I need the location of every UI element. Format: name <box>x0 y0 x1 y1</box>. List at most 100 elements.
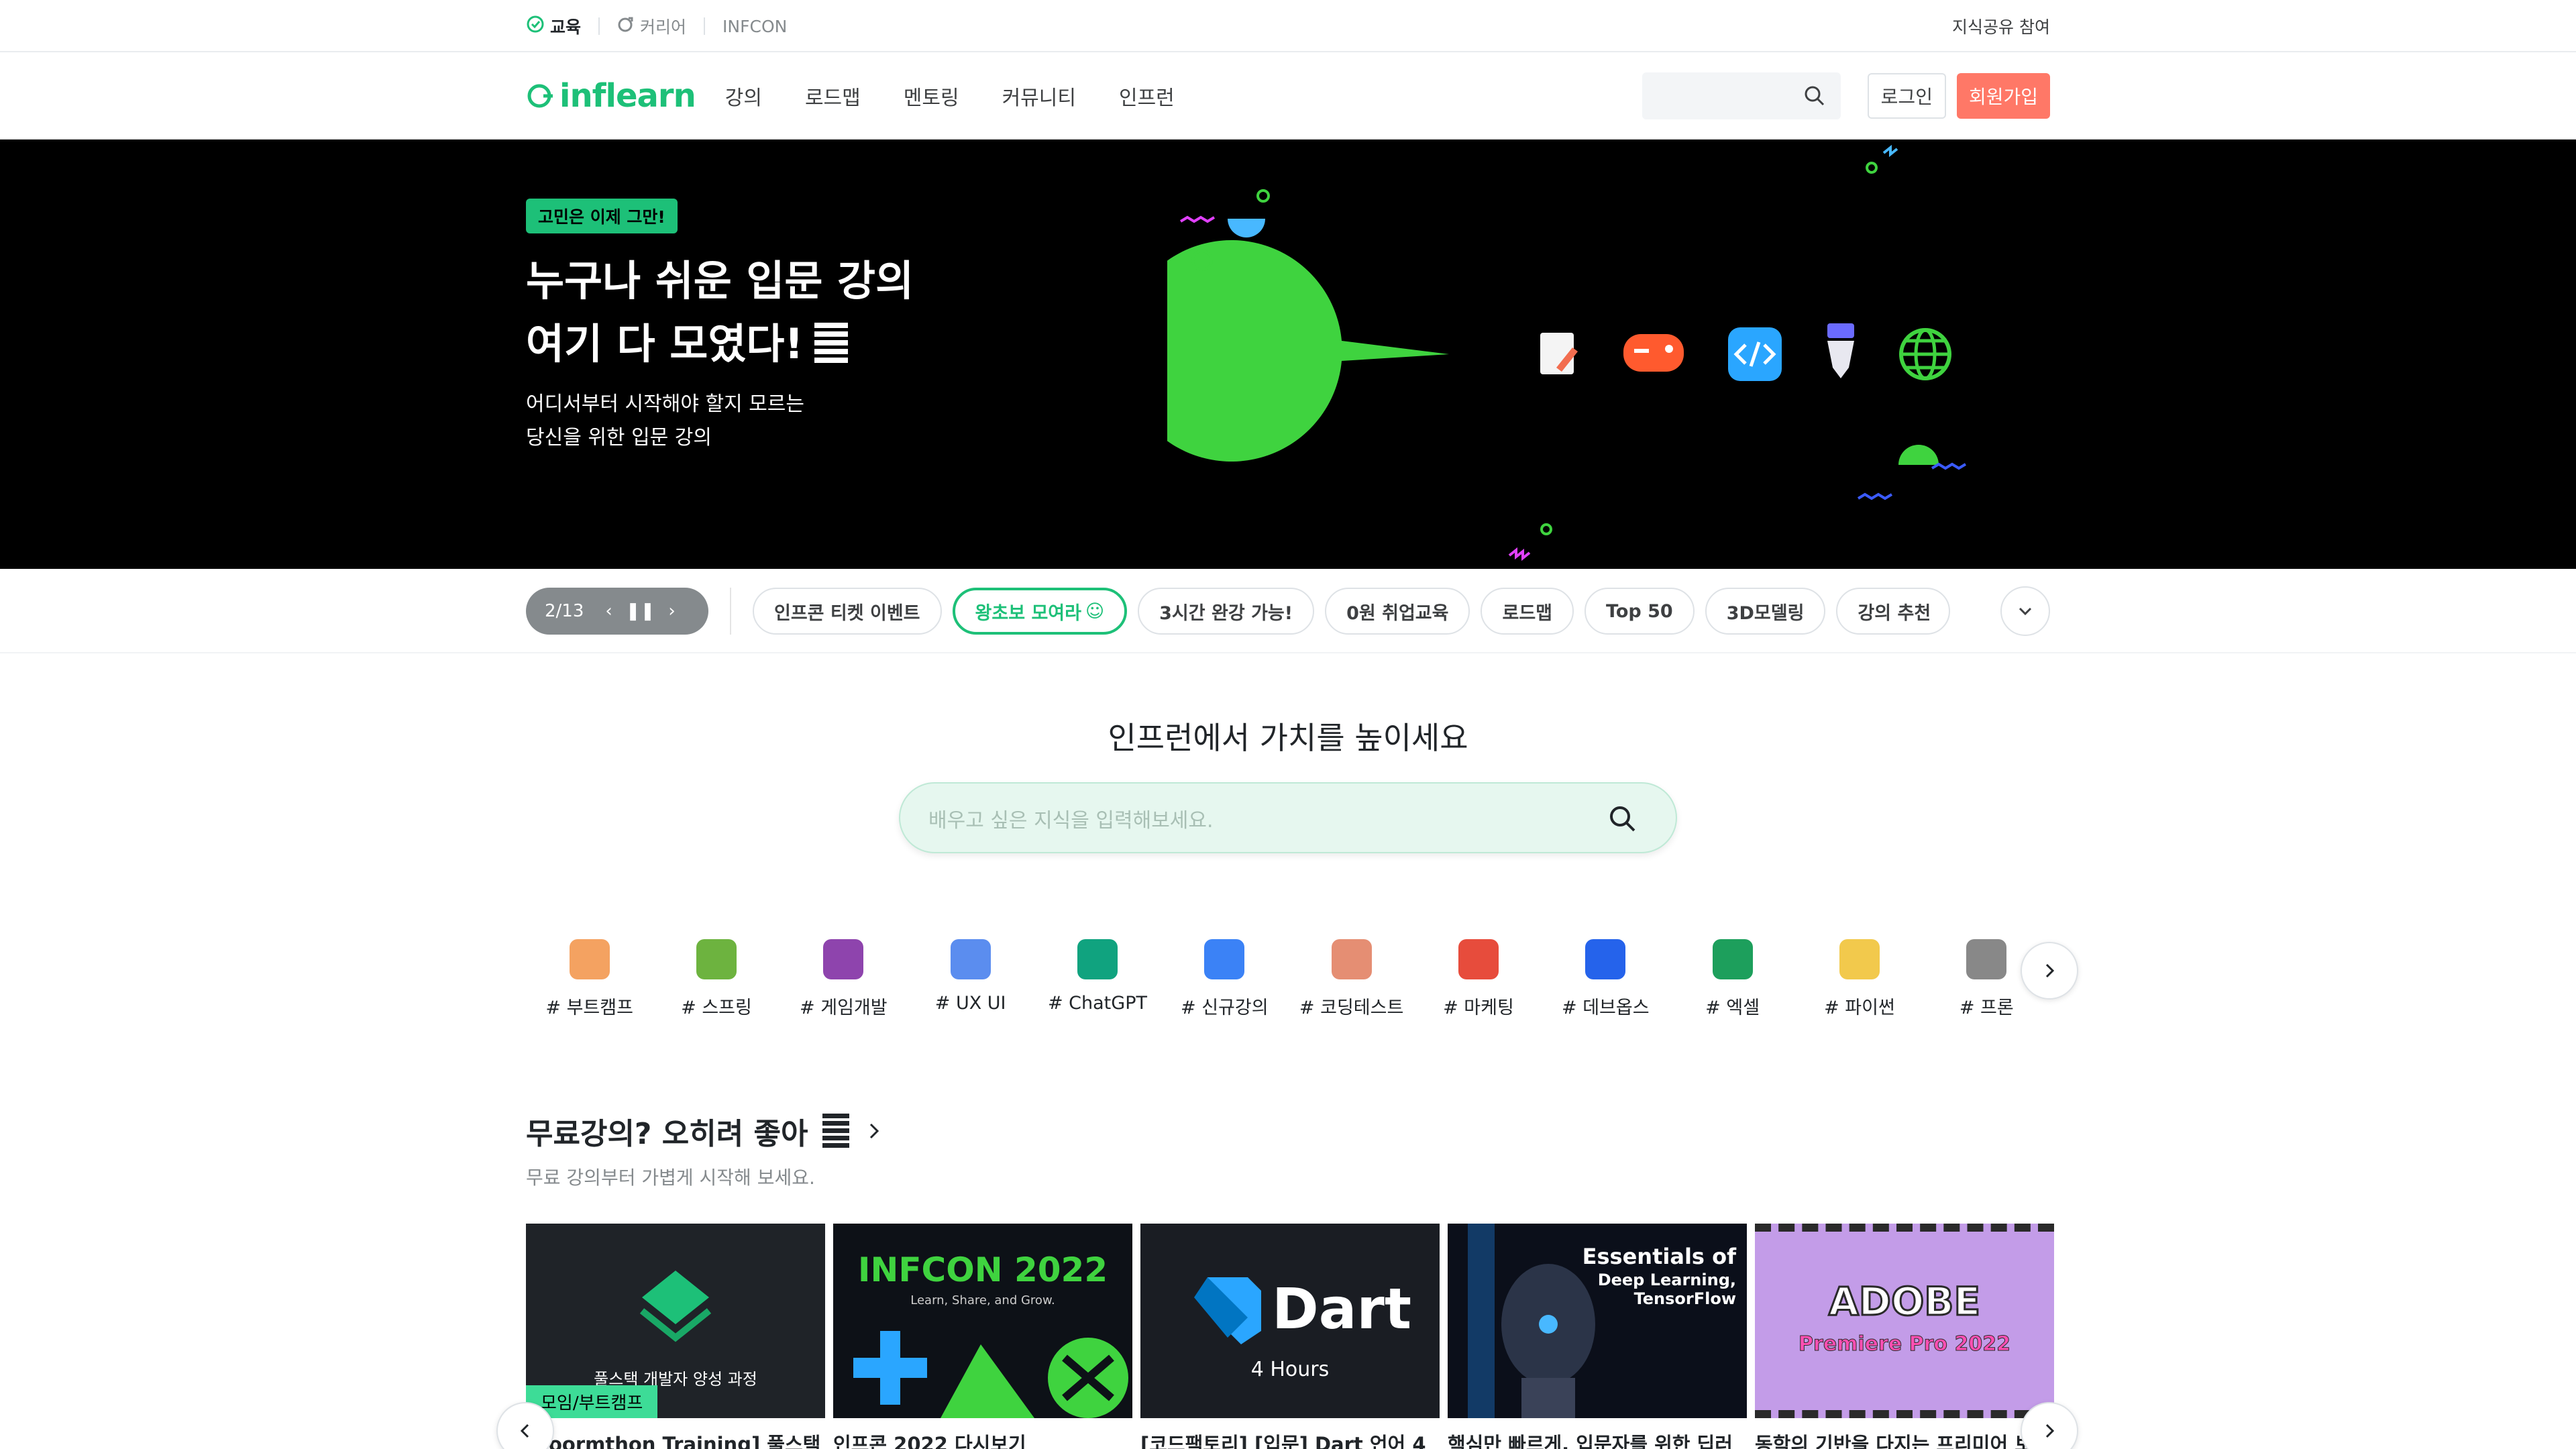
course-title: [goormthon Training] 풀스택 <box>526 1433 821 1449</box>
stack-emoji-icon <box>822 1114 850 1148</box>
chevron-left-icon <box>520 1424 529 1438</box>
divider <box>704 17 706 35</box>
chatgpt-icon <box>1077 939 1118 979</box>
main-menu: 강의 로드맵 멘토링 커뮤니티 인프런 <box>725 81 1175 111</box>
knowledge-share-link[interactable]: 지식공유 참여 <box>1952 14 2050 38</box>
chip-course-recommend[interactable]: 강의 추천 <box>1836 588 1951 635</box>
hero-sub-line2: 당신을 위한 입문 강의 <box>526 426 712 449</box>
course-title: 인프콘 2022 다시보기 <box>833 1433 1026 1449</box>
search-icon[interactable] <box>1803 85 1826 107</box>
menu-item-roadmap[interactable]: 로드맵 <box>805 81 861 111</box>
chip-roadmap[interactable]: 로드맵 <box>1481 588 1574 635</box>
category-label: # 게임개발 <box>800 998 888 1018</box>
expand-chips-button[interactable] <box>2000 586 2050 636</box>
category-item[interactable]: # 신규강의 <box>1161 939 1288 1033</box>
education-icon <box>526 15 545 38</box>
thumb-sub: Learn, Share, and Grow. <box>910 1293 1055 1307</box>
next-slide-icon[interactable]: › <box>668 601 675 621</box>
category-item[interactable]: # 데브옵스 <box>1542 939 1669 1033</box>
service-tabs: 교육 커리어 INFCON <box>526 14 787 38</box>
prev-slide-icon[interactable]: ‹ <box>605 601 612 621</box>
thumb-title: Essentials of <box>1582 1244 1736 1269</box>
hero-sub-line1: 어디서부터 시작해야 할지 모르는 <box>526 392 805 416</box>
cards-next-button[interactable] <box>2021 1402 2078 1449</box>
thumb-sub: Deep Learning, TensorFlow <box>1597 1271 1736 1308</box>
category-item[interactable]: # ChatGPT <box>1034 939 1161 1033</box>
course-card[interactable]: 풀스택 개발자 양성 과정 모임/부트캠프 [goormthon Trainin… <box>526 1224 825 1449</box>
chip-top50[interactable]: Top 50 <box>1585 588 1695 635</box>
chip-3d-modeling[interactable]: 3D모델링 <box>1705 588 1826 635</box>
hero-banner[interactable]: 고민은 이제 그만! 누구나 쉬운 입문 강의 여기 다 모였다! 어디서부터 … <box>0 140 2576 569</box>
joystick-icon <box>823 939 864 979</box>
hero-badge: 고민은 이제 그만! <box>526 199 678 233</box>
banner-pager: 2/13 ‹ ❚❚ › <box>526 588 708 635</box>
logo-mark-icon <box>527 84 553 108</box>
section-title[interactable]: 무료강의? 오히려 좋아 <box>526 1110 884 1152</box>
category-item[interactable]: # 게임개발 <box>780 939 907 1033</box>
category-item[interactable]: # 스프링 <box>653 939 780 1033</box>
course-card[interactable]: Essentials of Deep Learning, TensorFlow … <box>1448 1224 1747 1449</box>
course-thumbnail: ADOBE Premiere Pro 2022 <box>1755 1224 2054 1418</box>
course-card[interactable]: ADOBE Premiere Pro 2022 동학의 기반을 다지는 프리미어… <box>1755 1224 2054 1449</box>
new-badge-icon <box>1204 939 1245 979</box>
nav-bar: inflearn 강의 로드맵 멘토링 커뮤니티 인프런 로그인 회원가입 <box>0 52 2576 140</box>
chevron-right-icon <box>870 1123 879 1139</box>
python-icon <box>1839 939 1880 979</box>
menu-item-mentoring[interactable]: 멘토링 <box>904 81 959 111</box>
course-thumbnail: INFCON 2022 Learn, Share, and Grow. <box>833 1224 1132 1418</box>
inflearn-logo[interactable]: inflearn <box>526 77 696 115</box>
header-search-input[interactable] <box>1642 72 1841 119</box>
gamepad-icon <box>1623 334 1684 372</box>
thumb-title: INFCON 2022 <box>857 1250 1108 1289</box>
main-search-input[interactable]: 배우고 싶은 지식을 입력해보세요. <box>899 782 1677 853</box>
chip-beginners-label: 왕초보 모여라 <box>975 602 1081 624</box>
hero-title-line1: 누구나 쉬운 입문 강의 <box>526 256 914 305</box>
career-icon <box>617 15 635 37</box>
top-bar: 교육 커리어 INFCON 지식공유 참여 <box>0 0 2576 52</box>
chip-infcon-ticket[interactable]: 인프콘 티켓 이벤트 <box>753 588 942 635</box>
hero-illustration <box>1167 144 1967 561</box>
course-card[interactable]: INFCON 2022 Learn, Share, and Grow. 인프콘 … <box>833 1224 1132 1449</box>
hero-subtitle: 어디서부터 시작해야 할지 모르는 당신을 위한 입문 강의 <box>526 388 996 455</box>
school-house-icon <box>569 939 610 979</box>
pager-count: 2/13 <box>545 601 584 621</box>
category-shortcuts: # 부트캠프 # 스프링 # 게임개발 # UX UI # ChatGPT # 신규강의 #… <box>526 939 2050 1033</box>
pause-icon[interactable]: ❚❚ <box>626 601 655 621</box>
curation-chip-bar: 2/13 ‹ ❚❚ › 인프콘 티켓 이벤트 왕초보 모여라 ☺ 3시간 완강 가… <box>0 569 2576 653</box>
course-card[interactable]: Dart 4 Hours [코드팩토리] [입문] Dart 언어 4 <box>1140 1224 1440 1449</box>
course-title: 핵심만 빠르게, 입문자를 위한 딥러 <box>1448 1433 1733 1449</box>
chip-beginners[interactable]: 왕초보 모여라 ☺ <box>952 588 1128 635</box>
thumb-title: Dart <box>1272 1276 1411 1342</box>
pen-tool-icon <box>1827 323 1854 378</box>
divider <box>730 588 731 635</box>
chip-3hours[interactable]: 3시간 완강 가능! <box>1138 588 1315 635</box>
category-item[interactable]: # 마케팅 <box>1415 939 1542 1033</box>
tab-career[interactable]: 커리어 <box>617 14 686 38</box>
divider <box>598 17 600 35</box>
category-item[interactable]: # 엑셀 <box>1669 939 1796 1033</box>
chip-free-job-education[interactable]: 0원 취업교육 <box>1325 588 1470 635</box>
menu-item-courses[interactable]: 강의 <box>725 81 762 111</box>
signup-button[interactable]: 회원가입 <box>1956 73 2050 119</box>
categories-next-button[interactable] <box>2021 942 2078 1000</box>
category-item[interactable]: # 파이썬 <box>1796 939 1923 1033</box>
section-subtitle: 무료 강의부터 가볍게 시작해 보세요. <box>526 1167 815 1189</box>
category-label: # 부트캠프 <box>545 998 633 1018</box>
menu-item-inflearn[interactable]: 인프런 <box>1119 81 1175 111</box>
course-card-list: 풀스택 개발자 양성 과정 모임/부트캠프 [goormthon Trainin… <box>526 1224 2054 1449</box>
tab-infcon[interactable]: INFCON <box>722 17 787 36</box>
infcon-graphic <box>853 1331 1128 1418</box>
category-label: # 데브옵스 <box>1562 998 1650 1018</box>
course-thumbnail: Dart 4 Hours <box>1140 1224 1440 1418</box>
login-button[interactable]: 로그인 <box>1867 73 1946 119</box>
category-item[interactable]: # 코딩테스트 <box>1288 939 1415 1033</box>
category-label: # 코딩테스트 <box>1299 998 1404 1018</box>
course-title: 동학의 기반을 다지는 프리미어 보 <box>1755 1433 2033 1449</box>
menu-item-community[interactable]: 커뮤니티 <box>1002 81 1076 111</box>
category-item[interactable]: # 부트캠프 <box>526 939 653 1033</box>
tab-education[interactable]: 교육 <box>526 14 581 38</box>
category-item[interactable]: # UX UI <box>907 939 1034 1033</box>
globe-icon <box>1899 328 1951 380</box>
category-label: # UX UI <box>934 993 1006 1014</box>
search-icon[interactable] <box>1607 804 1638 835</box>
